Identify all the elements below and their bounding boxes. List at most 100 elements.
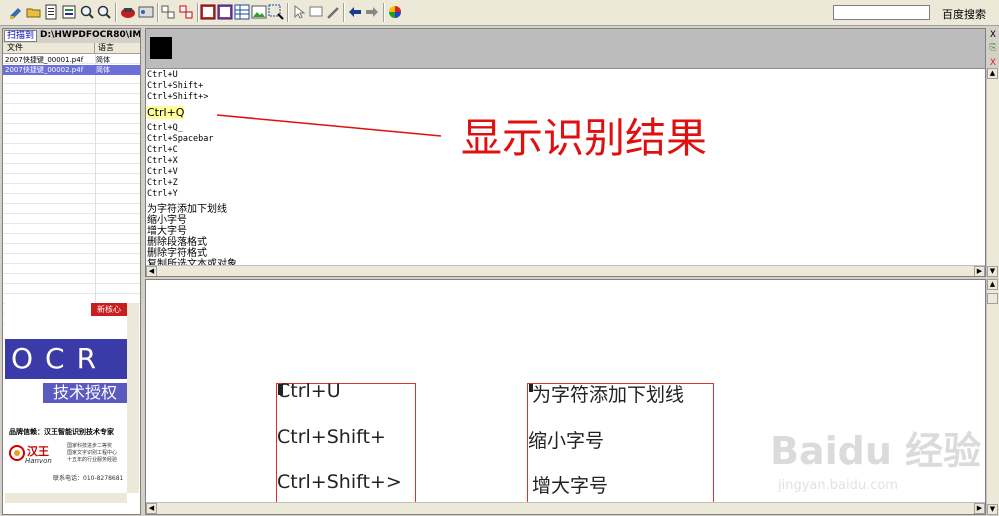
top-horizontal-scrollbar[interactable]: ◀ ▶ [146, 265, 985, 276]
scroll-left-button[interactable]: ◀ [146, 266, 157, 276]
file-row[interactable]: 2007快捷键_00001.p4f 简体 [3, 55, 140, 65]
pointer-icon[interactable] [291, 4, 307, 20]
back-arrow-icon[interactable] [347, 4, 363, 20]
recognized-line[interactable]: Ctrl+C [147, 145, 178, 155]
hanvon-logo: 汉王 Hanvon [9, 443, 65, 469]
baidu-watermark: Baidu 经验 jingyan.baidu.com [758, 420, 981, 500]
export-icon[interactable] [61, 4, 77, 20]
rectangle-icon[interactable] [308, 4, 324, 20]
toolbar-separator [157, 3, 159, 22]
ad-tech-text: 技术授权 [43, 383, 127, 403]
scan-icon[interactable] [8, 4, 24, 20]
file-list [3, 54, 140, 327]
ad-description: 国家科技进步二等奖 国家文字识别工程中心 十五年的行业服务经验 [67, 443, 117, 464]
left-tabs: 扫描到 D:\HWPDFOCR80\IMAG [3, 29, 140, 43]
ad-brand-text: 品牌信赖：汉王智能识别技术专家 [9, 428, 114, 436]
settings-icon[interactable] [138, 4, 154, 20]
file-language: 简体 [96, 56, 110, 64]
path-field[interactable]: D:\HWPDFOCR80\IMAG [38, 30, 140, 42]
scroll-thumb[interactable] [987, 293, 998, 304]
ad-horizontal-scrollbar[interactable] [5, 493, 127, 503]
recognized-line[interactable]: Ctrl+X [147, 156, 178, 166]
recognized-line[interactable]: Ctrl+Spacebar [147, 134, 214, 144]
zoom-out-icon[interactable] [96, 4, 112, 20]
image-text-line: 增大字号 [532, 475, 609, 497]
file-row-selected[interactable]: 2007快捷键_00002.p4f 简体 [3, 65, 140, 75]
column-divider [95, 54, 96, 327]
page-thumbnail-strip [146, 29, 985, 69]
recognized-line[interactable]: Ctrl+Shift+ [147, 81, 203, 91]
page-marker[interactable] [150, 37, 172, 59]
hanvon-logo-en: Hanvon [25, 457, 52, 465]
recognized-line[interactable]: Ctrl+Q_ [147, 123, 183, 133]
scroll-up-button[interactable]: ▲ [987, 68, 998, 79]
image-text-line: Ctrl+U [277, 380, 341, 402]
toolbar-separator [287, 3, 289, 22]
layout-icon[interactable] [200, 4, 216, 20]
toolbar-separator [115, 3, 117, 22]
recognized-line[interactable]: Ctrl+V [147, 167, 178, 177]
file-language: 简体 [96, 66, 110, 74]
delete-icon[interactable]: X [988, 58, 998, 68]
toolbar: 百度搜索 [0, 0, 999, 26]
open-folder-icon[interactable] [26, 4, 42, 20]
watermark-text: Baidu 经验 [770, 429, 982, 473]
recognized-line[interactable]: 复制所选文本或对象 [147, 255, 237, 265]
recognized-text[interactable]: Ctrl+U Ctrl+Shift+ Ctrl+Shift+> Ctrl+Q Ctrl+… [147, 70, 977, 265]
file-list-panel: 扫描到 D:\HWPDFOCR80\IMAG 文件 语言 2007快捷键_000… [2, 28, 141, 515]
ad-vertical-scrollbar[interactable] [127, 303, 139, 493]
copy-icon[interactable]: ⎘ [988, 43, 998, 53]
ad-desc-line: 十五年的行业服务经验 [67, 457, 118, 463]
image-text-line: Ctrl+Shift+ [277, 426, 386, 448]
hanvon-logo-icon [9, 445, 25, 461]
column-header-language[interactable]: 语言 [96, 43, 140, 54]
table-icon[interactable] [217, 4, 233, 20]
image-text-line: 缩小字号 [528, 430, 605, 452]
image-region-icon[interactable] [251, 4, 267, 20]
list-header: 文件 语言 [3, 43, 140, 54]
ad-desc-line: 国家科技进步二等奖 [67, 443, 113, 449]
text-region-box[interactable] [276, 383, 416, 513]
ad-contact: 联系电话：010-8278681 [53, 475, 124, 482]
scan-to-tab[interactable]: 扫描到 [4, 30, 37, 42]
select-region-icon[interactable] [268, 4, 284, 20]
recognized-line[interactable]: Ctrl+U [147, 70, 178, 80]
callout-line [216, 114, 442, 137]
split-icon[interactable] [160, 4, 176, 20]
ad-badge: 新核心 [91, 303, 127, 316]
search-input[interactable] [833, 5, 930, 20]
grid-icon[interactable] [234, 4, 250, 20]
scroll-right-button[interactable]: ▶ [974, 503, 985, 514]
bottom-horizontal-scrollbar[interactable]: ◀ ▶ [146, 502, 985, 514]
recognized-line[interactable]: Ctrl+Y [147, 189, 178, 199]
close-icon[interactable]: X [988, 30, 998, 40]
watermark-url: jingyan.baidu.com [778, 478, 898, 493]
pen-icon[interactable] [325, 4, 341, 20]
bottom-vertical-scrollbar[interactable]: ▲ ▼ [986, 279, 999, 515]
scroll-down-button[interactable]: ▼ [987, 504, 998, 515]
toolbar-separator [343, 3, 345, 22]
forward-arrow-icon[interactable] [364, 4, 380, 20]
toolbar-separator [197, 3, 199, 22]
scroll-right-button[interactable]: ▶ [974, 266, 985, 276]
column-header-file[interactable]: 文件 [3, 43, 95, 54]
app-window: 百度搜索 扫描到 D:\HWPDFOCR80\IMAG 文件 语言 2007快捷… [0, 0, 999, 516]
recognize-icon[interactable] [120, 4, 136, 20]
callout-text: 显示识别结果 [461, 114, 707, 162]
image-text-line: Ctrl+Shift+> [277, 471, 402, 493]
color-icon[interactable] [387, 4, 403, 20]
recognized-line[interactable]: Ctrl+Shift+> [147, 92, 208, 102]
scroll-left-button[interactable]: ◀ [146, 503, 157, 514]
scroll-down-button[interactable]: ▼ [987, 266, 998, 277]
zoom-in-icon[interactable] [79, 4, 95, 20]
top-vertical-scrollbar[interactable]: ▲ ▼ [986, 68, 999, 277]
baidu-search-button[interactable]: 百度搜索 [942, 6, 986, 22]
merge-icon[interactable] [178, 4, 194, 20]
import-icon[interactable] [43, 4, 59, 20]
scroll-up-button[interactable]: ▲ [987, 279, 998, 290]
recognized-line[interactable]: Ctrl+Q [147, 106, 185, 119]
ad-banner[interactable]: 新核心 OCR 技术授权 品牌信赖：汉王智能识别技术专家 汉王 Hanvon 国… [5, 303, 127, 493]
ad-ocr-text: OCR [5, 339, 127, 379]
recognized-line[interactable]: Ctrl+Z [147, 178, 178, 188]
toolbar-separator [383, 3, 385, 22]
